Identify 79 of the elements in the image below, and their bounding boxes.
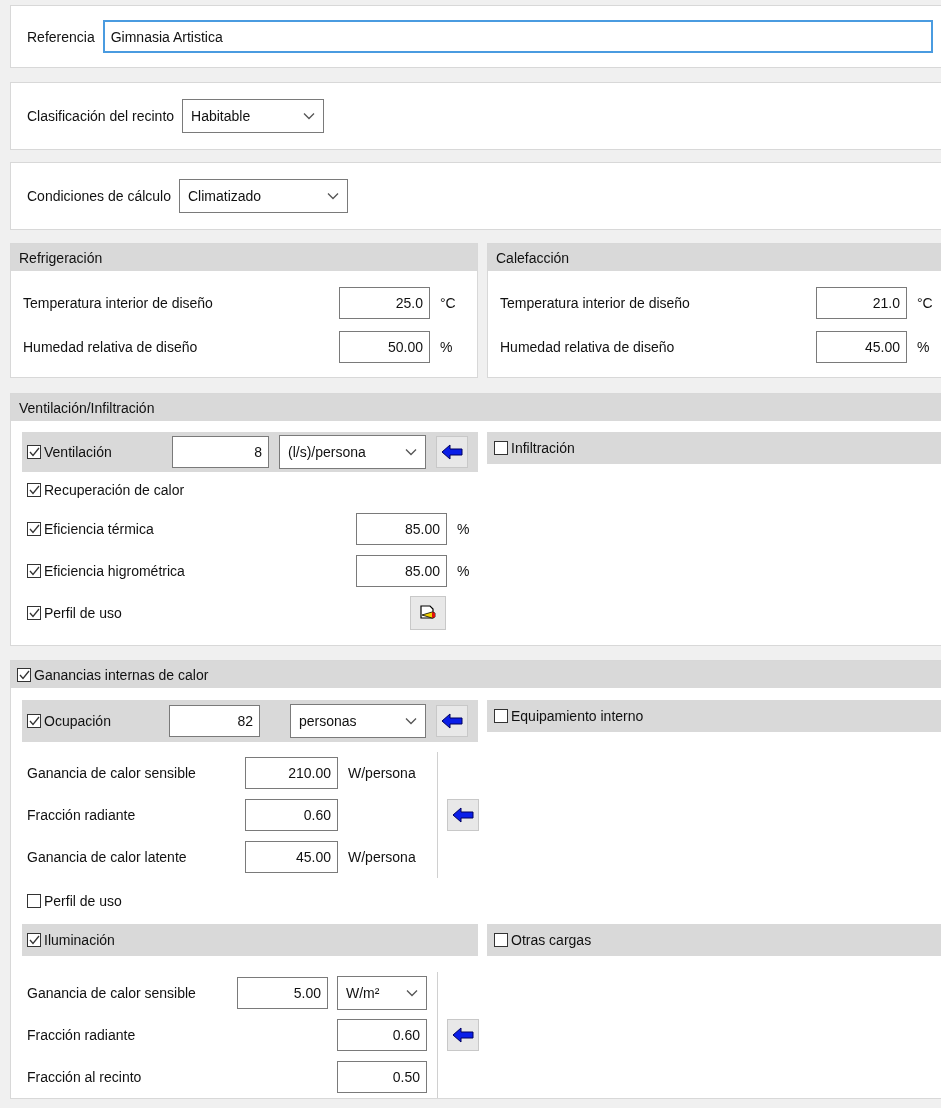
number-field[interactable]: 0.50 [337,1061,427,1093]
checkmark-icon [18,669,30,680]
number-field[interactable]: 210.00 [245,757,338,789]
unit-label: % [917,339,930,355]
checkbox[interactable]: Infiltración [494,440,575,456]
arrow-button[interactable] [447,799,479,831]
number-field[interactable]: 5.00 [237,977,328,1009]
field-label: Ganancia de calor sensible [27,985,197,1001]
chevron-icon [406,989,418,997]
number-field[interactable]: 8 [172,436,269,468]
number-field[interactable]: 50.00 [339,331,430,363]
unit-dropdown[interactable]: W/m² [337,976,427,1010]
left-arrow-icon [441,713,463,729]
number-field[interactable]: 85.00 [356,513,447,545]
number-field[interactable]: 45.00 [245,841,338,873]
checkbox[interactable]: Perfil de uso [27,605,356,621]
checkbox[interactable]: Eficiencia higrométrica [27,563,356,579]
number-field[interactable]: 21.0 [816,287,907,319]
checkmark-icon [28,935,40,945]
unit-label: °C [917,295,933,311]
checkmark-icon [28,608,40,618]
left-arrow-icon [452,1027,474,1043]
conditions-dropdown[interactable]: Climatizado [179,179,348,213]
chevron-icon [405,717,417,725]
checkbox[interactable]: Perfil de uso [27,893,356,909]
checkmark-icon [28,524,40,534]
number-field[interactable]: 45.00 [816,331,907,363]
section-header: Ventilación/Infiltración [11,394,941,421]
left-arrow-icon [452,807,474,823]
checkmark-icon [28,447,40,457]
checkmark-icon [28,716,40,726]
number-field[interactable]: 0.60 [337,1019,427,1051]
checkbox[interactable]: Equipamiento interno [494,708,644,724]
reference-field[interactable]: Gimnasia Artistica [102,20,933,53]
chevron-icon [405,448,417,456]
arrow-button[interactable] [436,436,468,468]
field-label: Condiciones de cálculo [27,188,171,204]
field-label: Clasificación del recinto [27,108,175,124]
left-arrow-icon [441,444,463,460]
classification-dropdown[interactable]: Habitable [182,99,325,133]
checkbox[interactable]: Recuperación de calor [27,482,356,498]
document-pencil-icon [418,604,438,622]
number-field[interactable]: 0.60 [245,799,338,831]
checkbox[interactable]: Ocupación [27,713,111,729]
unit-dropdown[interactable]: personas [290,704,426,738]
arrow-button[interactable] [447,1019,479,1051]
checkmark-icon [28,485,40,495]
arrow-button[interactable] [436,705,468,737]
checkmark-icon [28,566,40,576]
panel-header: Calefacción [488,244,941,271]
number-field[interactable]: 82 [169,705,260,737]
unit-label: % [457,563,470,579]
chevron-icon [327,192,339,200]
unit-label: % [457,521,470,537]
field-label: Fracción al recinto [27,1069,143,1085]
field-label: Referencia [27,28,95,45]
checkbox[interactable]: Otras cargas [494,932,592,948]
field-label: Humedad relativa de diseño [23,339,199,355]
unit-label: °C [440,295,456,311]
number-field[interactable]: 85.00 [356,555,447,587]
field-label: Fracción radiante [27,807,137,823]
profile-button[interactable] [410,596,446,630]
number-field[interactable]: 25.0 [339,287,430,319]
unit-label: % [440,339,453,355]
checkbox[interactable]: Eficiencia térmica [27,521,356,537]
checkbox[interactable]: Ventilación [27,444,112,460]
checkbox[interactable]: Ganancias internas de calor [17,666,209,683]
unit-label: W/persona [348,849,416,865]
field-label: Temperatura interior de diseño [23,295,214,311]
panel-header: Refrigeración [11,244,477,271]
chevron-icon [303,112,316,120]
field-label: Temperatura interior de diseño [500,295,691,311]
checkbox[interactable]: Iluminación [27,932,115,948]
field-label: Humedad relativa de diseño [500,339,676,355]
unit-dropdown[interactable]: (l/s)/persona [279,435,426,469]
field-label: Ganancia de calor sensible [27,765,197,781]
field-label: Ganancia de calor latente [27,849,188,865]
unit-label: W/persona [348,765,416,781]
field-label: Fracción radiante [27,1027,137,1043]
